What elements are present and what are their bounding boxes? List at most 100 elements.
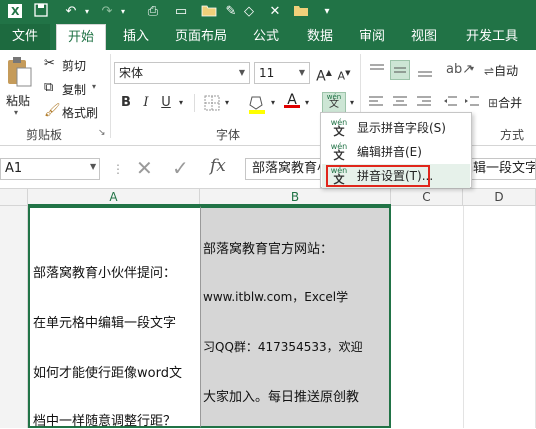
shrink-font-label: A bbox=[337, 69, 346, 83]
grow-font-button[interactable]: A▲ bbox=[316, 62, 332, 85]
group-separator bbox=[110, 54, 111, 138]
phonetic-settings-icon: wén 文 bbox=[329, 167, 349, 186]
cell-a1-line: 如何才能使行距像word文 bbox=[33, 366, 182, 381]
phonetic-dropdown-icon[interactable]: ▾ bbox=[347, 92, 357, 114]
copy-dropdown-icon[interactable]: ▾ bbox=[92, 82, 96, 91]
tab-review[interactable]: 审阅 bbox=[350, 24, 394, 50]
phonetic-icon-bottom: 文 bbox=[333, 149, 345, 162]
phonetic-icon-bottom: 文 bbox=[333, 125, 345, 138]
tab-page-layout[interactable]: 页面布局 bbox=[168, 24, 234, 50]
align-right-icon[interactable] bbox=[416, 94, 432, 113]
tab-formulas[interactable]: 公式 bbox=[244, 24, 288, 50]
cut-icon: ✂ bbox=[44, 56, 55, 71]
name-box[interactable]: A1 bbox=[0, 158, 100, 180]
name-box-dropdown-icon[interactable]: ▼ bbox=[90, 162, 96, 171]
shrink-font-button[interactable]: A▼ bbox=[336, 62, 352, 84]
more-icon[interactable]: ◇ bbox=[240, 3, 258, 21]
underline-dropdown-icon[interactable]: ▾ bbox=[176, 92, 186, 114]
increase-indent-icon[interactable] bbox=[464, 94, 480, 113]
copy-button[interactable]: 复制 bbox=[62, 81, 86, 98]
bold-button[interactable]: B bbox=[118, 92, 134, 114]
tab-data[interactable]: 数据 bbox=[298, 24, 342, 50]
cell-b1-line: www.itblw.com，Excel学 bbox=[203, 290, 349, 304]
grow-font-label: A bbox=[316, 68, 326, 85]
cancel-icon[interactable]: ✕ bbox=[136, 156, 153, 180]
paste-icon[interactable] bbox=[4, 56, 34, 92]
cut-button[interactable]: 剪切 bbox=[62, 57, 86, 74]
paste-button[interactable]: 粘贴 bbox=[6, 92, 30, 109]
clipboard-group-label: 剪贴板 bbox=[26, 128, 63, 142]
merge-label: 合并 bbox=[498, 96, 523, 110]
cell-b1[interactable]: 部落窝教育官方网站： www.itblw.com，Excel学 习QQ群：417… bbox=[200, 206, 391, 428]
align-bottom-icon[interactable] bbox=[416, 62, 434, 81]
enter-icon[interactable]: ✓ bbox=[172, 156, 189, 180]
format-painter-icon: 🖌 bbox=[44, 103, 61, 118]
menu-item-phonetic-settings[interactable]: wén 文 拼音设置(T)... bbox=[322, 164, 470, 188]
tab-insert[interactable]: 插入 bbox=[114, 24, 158, 50]
tab-home[interactable]: 开始 bbox=[56, 24, 106, 51]
menu-item-label: 编辑拼音(E) bbox=[357, 145, 422, 159]
alignment-group-label: 方式 bbox=[500, 128, 525, 142]
redo-dropdown-icon[interactable]: ▾ bbox=[114, 3, 132, 21]
font-name-combo[interactable]: 宋体 ▼ bbox=[114, 62, 250, 84]
cell-b1-line: 部落窝教育官方网站： bbox=[203, 242, 334, 257]
tab-view[interactable]: 视图 bbox=[402, 24, 446, 50]
font-size-value: 11 bbox=[259, 66, 275, 80]
orientation-dropdown-icon[interactable]: ▾ bbox=[470, 64, 474, 73]
align-left-icon[interactable] bbox=[368, 94, 384, 113]
borders-dropdown-icon[interactable]: ▾ bbox=[222, 92, 232, 114]
gridline bbox=[463, 206, 464, 428]
clipboard-launcher-icon[interactable]: ↘ bbox=[98, 128, 106, 138]
align-middle-icon[interactable] bbox=[390, 60, 410, 80]
decrease-indent-icon[interactable] bbox=[442, 94, 458, 113]
row-headers[interactable] bbox=[0, 206, 28, 428]
font-group-label: 字体 bbox=[216, 128, 241, 142]
menu-item-show-phonetic[interactable]: wén 文 显示拼音字段(S) bbox=[322, 116, 470, 140]
borders-icon[interactable] bbox=[204, 95, 220, 114]
column-header-c[interactable]: C bbox=[391, 189, 463, 206]
undo-dropdown-icon[interactable]: ▾ bbox=[78, 3, 96, 21]
cell-a1[interactable]: 部落窝教育小伙伴提问： 在单元格中编辑一段文字 如何才能使行距像word文 档中… bbox=[28, 206, 200, 429]
menu-item-label: 拼音设置(T)... bbox=[357, 169, 434, 183]
italic-button[interactable]: I bbox=[138, 92, 154, 114]
divider bbox=[194, 94, 195, 112]
tab-file[interactable]: 文件 bbox=[0, 24, 50, 50]
chevron-down-icon[interactable]: ▼ bbox=[235, 63, 249, 83]
column-headers: A B C D bbox=[0, 188, 536, 206]
paste-dropdown-icon[interactable]: ▾ bbox=[14, 108, 18, 117]
underline-button[interactable]: U bbox=[158, 92, 174, 114]
wrap-text-button[interactable]: ⇌自动 bbox=[484, 60, 536, 82]
customize-quick-access-icon[interactable]: ▾ bbox=[318, 3, 336, 21]
save-icon[interactable] bbox=[32, 3, 50, 21]
font-color-icon[interactable]: A bbox=[284, 92, 300, 114]
format-painter-button[interactable]: 格式刷 bbox=[62, 104, 98, 121]
insert-function-icon[interactable]: fx bbox=[210, 156, 226, 176]
phonetic-guide-menu: wén 文 显示拼音字段(S) wén 文 编辑拼音(E) wén 文 拼音设置(T)… bbox=[320, 112, 472, 188]
paint-icon[interactable]: ✎ bbox=[222, 3, 240, 21]
close-file-icon[interactable]: ✕ bbox=[266, 3, 284, 21]
folder-icon[interactable] bbox=[292, 3, 310, 21]
font-name-value: 宋体 bbox=[119, 66, 144, 80]
select-all-corner[interactable] bbox=[0, 189, 28, 206]
phonetic-guide-button[interactable]: wén 文 bbox=[322, 92, 346, 114]
wrap-text-label: 自动 bbox=[494, 64, 519, 78]
menu-item-label: 显示拼音字段(S) bbox=[357, 121, 446, 135]
new-document-icon[interactable]: ▭ bbox=[172, 3, 190, 21]
align-center-icon[interactable] bbox=[392, 94, 408, 113]
title-bar: X ↶ ▾ ↷ ▾ ⎙ ▭ ✎ ◇ ✕ ▾ bbox=[0, 0, 536, 24]
print-preview-icon[interactable]: ⎙ bbox=[144, 3, 162, 21]
fill-color-dropdown-icon[interactable]: ▾ bbox=[268, 92, 278, 114]
merge-center-button[interactable]: ⊞合并 bbox=[488, 92, 536, 114]
font-size-combo[interactable]: 11 ▼ bbox=[254, 62, 310, 84]
align-top-icon[interactable] bbox=[368, 62, 386, 81]
cell-a1-line: 档中一样随意调整行距？ bbox=[33, 414, 177, 429]
chevron-down-icon[interactable]: ▼ bbox=[295, 63, 309, 83]
column-header-d[interactable]: D bbox=[463, 189, 536, 206]
tab-developer[interactable]: 开发工具 bbox=[456, 24, 528, 50]
cell-a1-line: 部落窝教育小伙伴提问： bbox=[33, 266, 177, 281]
fill-color-icon[interactable] bbox=[248, 94, 266, 117]
menu-item-edit-phonetic[interactable]: wén 文 编辑拼音(E) bbox=[322, 140, 470, 164]
copy-icon: ⧉ bbox=[44, 80, 54, 95]
font-color-dropdown-icon[interactable]: ▾ bbox=[302, 92, 312, 114]
open-folder-icon[interactable] bbox=[200, 3, 218, 21]
